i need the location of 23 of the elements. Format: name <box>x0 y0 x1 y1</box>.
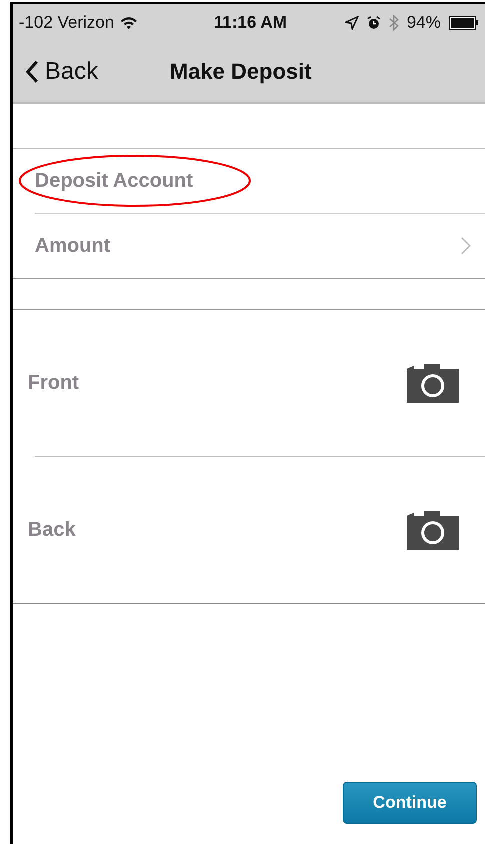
location-arrow-icon <box>344 16 359 30</box>
row-label: Amount <box>35 234 111 258</box>
photo-row[interactable]: Back <box>13 457 485 604</box>
form-row[interactable]: Amount <box>13 214 485 279</box>
camera-icon <box>407 363 459 403</box>
back-chevron-icon <box>25 60 39 84</box>
screen-title: Make Deposit <box>170 59 312 85</box>
wifi-icon <box>120 16 138 30</box>
battery-icon <box>449 16 479 30</box>
photo-row[interactable]: Front <box>13 310 485 456</box>
chevron-icon <box>461 237 471 255</box>
row-label: Front <box>28 372 80 394</box>
row-label: Back <box>28 518 77 542</box>
back-button[interactable]: Back <box>25 58 170 86</box>
row-label: Deposit Account <box>35 170 194 192</box>
camera-icon <box>407 510 459 550</box>
bluetooth-icon <box>388 15 399 31</box>
carrier-name: -102 Verizon <box>19 13 114 33</box>
form-row[interactable]: Deposit Account <box>35 149 485 214</box>
continue-button[interactable]: Continue <box>343 782 477 824</box>
battery-percent: 94% <box>406 13 441 33</box>
alarm-clock-icon <box>366 16 381 30</box>
status-time: 11:16 AM <box>214 13 288 33</box>
